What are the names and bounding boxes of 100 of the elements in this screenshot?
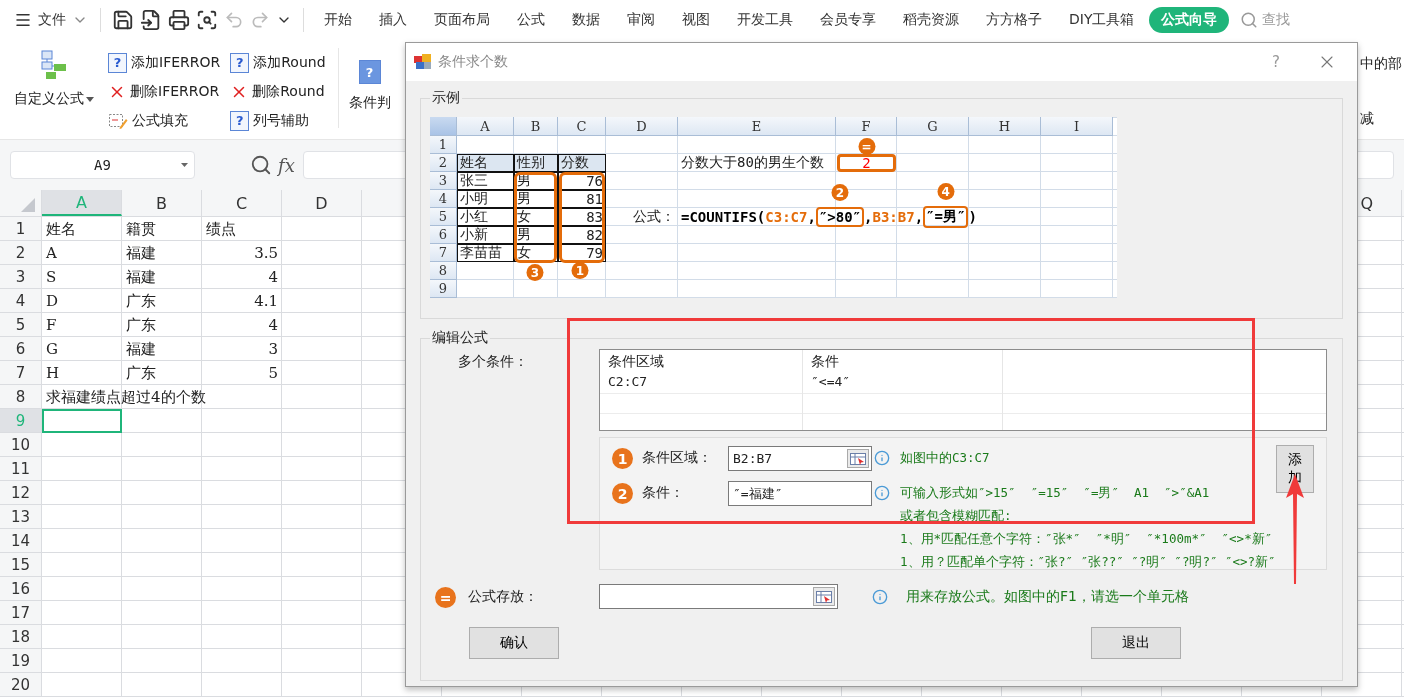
row-header[interactable]: 4 — [0, 289, 42, 313]
step-badge: 4 — [937, 183, 955, 200]
row-header[interactable]: 19 — [0, 649, 42, 673]
name-box[interactable]: A9 — [10, 151, 195, 179]
column-header: E — [678, 117, 836, 136]
column-header: I — [1041, 117, 1113, 136]
column-header: G — [897, 117, 969, 136]
flowchart-icon — [40, 50, 68, 80]
ribbon-command[interactable]: ? 添加IFERROR — [106, 48, 223, 77]
condition-button[interactable]: ? 条件判 — [348, 48, 391, 120]
table-cell-text: G — [45, 339, 59, 360]
table-cell-text: 福建 — [125, 242, 157, 264]
row-header[interactable]: 1 — [0, 217, 42, 241]
ribbon-tab[interactable]: 页面布局 — [422, 7, 502, 33]
field-label: 条件： — [642, 483, 685, 502]
custom-formula-button[interactable]: 自定义公式 — [10, 48, 98, 120]
selected-cell[interactable] — [42, 409, 122, 433]
table-cell-text: 广东 — [125, 314, 157, 336]
row-header[interactable]: 20 — [0, 673, 42, 697]
input-field[interactable]: ″=福建″ — [728, 481, 872, 506]
hint-text: 如图中的C3:C7 — [900, 449, 991, 467]
row-header[interactable]: 16 — [0, 577, 42, 601]
ribbon-command[interactable]: 删除Round — [228, 77, 328, 106]
step-badge: 2 — [831, 184, 849, 201]
table-cell: 张三 — [457, 172, 514, 190]
table-cell-text: 5 — [267, 363, 279, 384]
ribbon-command[interactable]: 中的部 — [1360, 55, 1404, 73]
ribbon-tab[interactable]: 开始 — [312, 7, 364, 33]
file-menu-button[interactable]: 文件 — [10, 9, 92, 31]
row-header[interactable]: 17 — [0, 601, 42, 625]
hint-text: 用来存放公式。如图中的F1，请选一个单元格 — [906, 587, 1189, 606]
table-cell: 李苗苗 — [457, 244, 514, 262]
ribbon-command[interactable]: 减 — [1360, 110, 1404, 128]
ribbon-command[interactable]: 公式填充 — [106, 106, 223, 135]
row-header[interactable]: 8 — [0, 385, 42, 409]
ribbon-tab[interactable]: 开发工具 — [725, 7, 805, 33]
list-cell[interactable]: C2:C7 — [600, 372, 803, 394]
menu-icon — [14, 11, 32, 29]
input-field[interactable] — [599, 584, 838, 609]
app-icon — [414, 54, 432, 70]
ribbon-tab[interactable]: 方方格子 — [974, 7, 1054, 33]
row-header[interactable]: 6 — [0, 337, 42, 361]
question-mark-icon: ? — [230, 110, 250, 131]
ribbon-tab[interactable]: DIY工具箱 — [1057, 7, 1147, 33]
row-header[interactable]: 11 — [0, 457, 42, 481]
info-icon — [872, 588, 888, 605]
triangle-icon — [21, 198, 35, 212]
ribbon-tab[interactable]: 数据 — [560, 7, 612, 33]
row-header[interactable]: 13 — [0, 505, 42, 529]
table-cell-text: 3 — [267, 339, 279, 360]
row-header: 2 — [430, 154, 457, 172]
hint-text: 可输入形式如″>15″ ″=15″ ″=男″ A1 ″>″&A1 — [900, 484, 1211, 502]
ribbon-command[interactable]: ? 列号辅助 — [228, 106, 328, 135]
search-icon[interactable] — [1240, 11, 1259, 29]
range-picker-button[interactable] — [813, 587, 835, 606]
info-icon — [874, 450, 890, 466]
ribbon-tab[interactable]: 公式 — [505, 7, 557, 33]
function-label[interactable]: fx — [278, 154, 295, 176]
group-title: 编辑公式 — [431, 329, 489, 347]
column-header: A — [457, 117, 514, 136]
input-field[interactable]: B2:B7 — [728, 446, 872, 471]
ribbon-tab[interactable]: 会员专享 — [808, 7, 888, 33]
ribbon-command[interactable]: ? 添加Round — [228, 48, 328, 77]
table-cell-text: 公式： — [632, 208, 676, 226]
table-cell-text: 4.1 — [253, 291, 279, 312]
conditions-list[interactable]: 条件区域 条件 C2:C7 ″<=4″ — [599, 349, 1327, 431]
row-header[interactable]: 5 — [0, 313, 42, 337]
row-header[interactable]: 15 — [0, 553, 42, 577]
caret-icon — [86, 96, 94, 102]
ribbon-command[interactable]: 删除IFERROR — [106, 77, 223, 106]
row-header[interactable]: 2 — [0, 241, 42, 265]
column-header: 条件区域 — [607, 352, 665, 371]
range-picker-button[interactable] — [847, 449, 869, 468]
exit-button[interactable]: 退出 — [1091, 627, 1181, 659]
table-cell: 小明 — [457, 190, 514, 208]
list-cell[interactable]: ″<=4″ — [803, 372, 1003, 394]
row-header[interactable]: 18 — [0, 625, 42, 649]
ribbon-tab[interactable]: 稻壳资源 — [891, 7, 971, 33]
info-icon — [874, 485, 890, 501]
step-badge: 1 — [571, 262, 589, 279]
column-header: 条件 — [810, 352, 840, 371]
row-header: 1 — [430, 136, 457, 154]
zoom-icon[interactable] — [250, 154, 272, 176]
row-header[interactable]: 10 — [0, 433, 42, 457]
step-badge: = — [858, 138, 875, 155]
ribbon-tab[interactable]: 插入 — [367, 7, 419, 33]
row-header[interactable]: 7 — [0, 361, 42, 385]
ribbon-tab[interactable]: 视图 — [670, 7, 722, 33]
table-cell: 81 — [558, 190, 606, 208]
confirm-button[interactable]: 确认 — [469, 627, 559, 659]
row-header[interactable]: 14 — [0, 529, 42, 553]
field-label: 公式存放： — [468, 587, 538, 606]
row-header[interactable]: 12 — [0, 481, 42, 505]
ribbon-tab[interactable]: 审阅 — [615, 7, 667, 33]
question-mark-icon: ? — [358, 60, 381, 84]
column-header: C — [558, 117, 606, 136]
table-cell: 分数 — [558, 154, 606, 172]
table-cell-text: 4 — [267, 267, 279, 288]
row-header[interactable]: 3 — [0, 265, 42, 289]
table-cell: 小红 — [457, 208, 514, 226]
